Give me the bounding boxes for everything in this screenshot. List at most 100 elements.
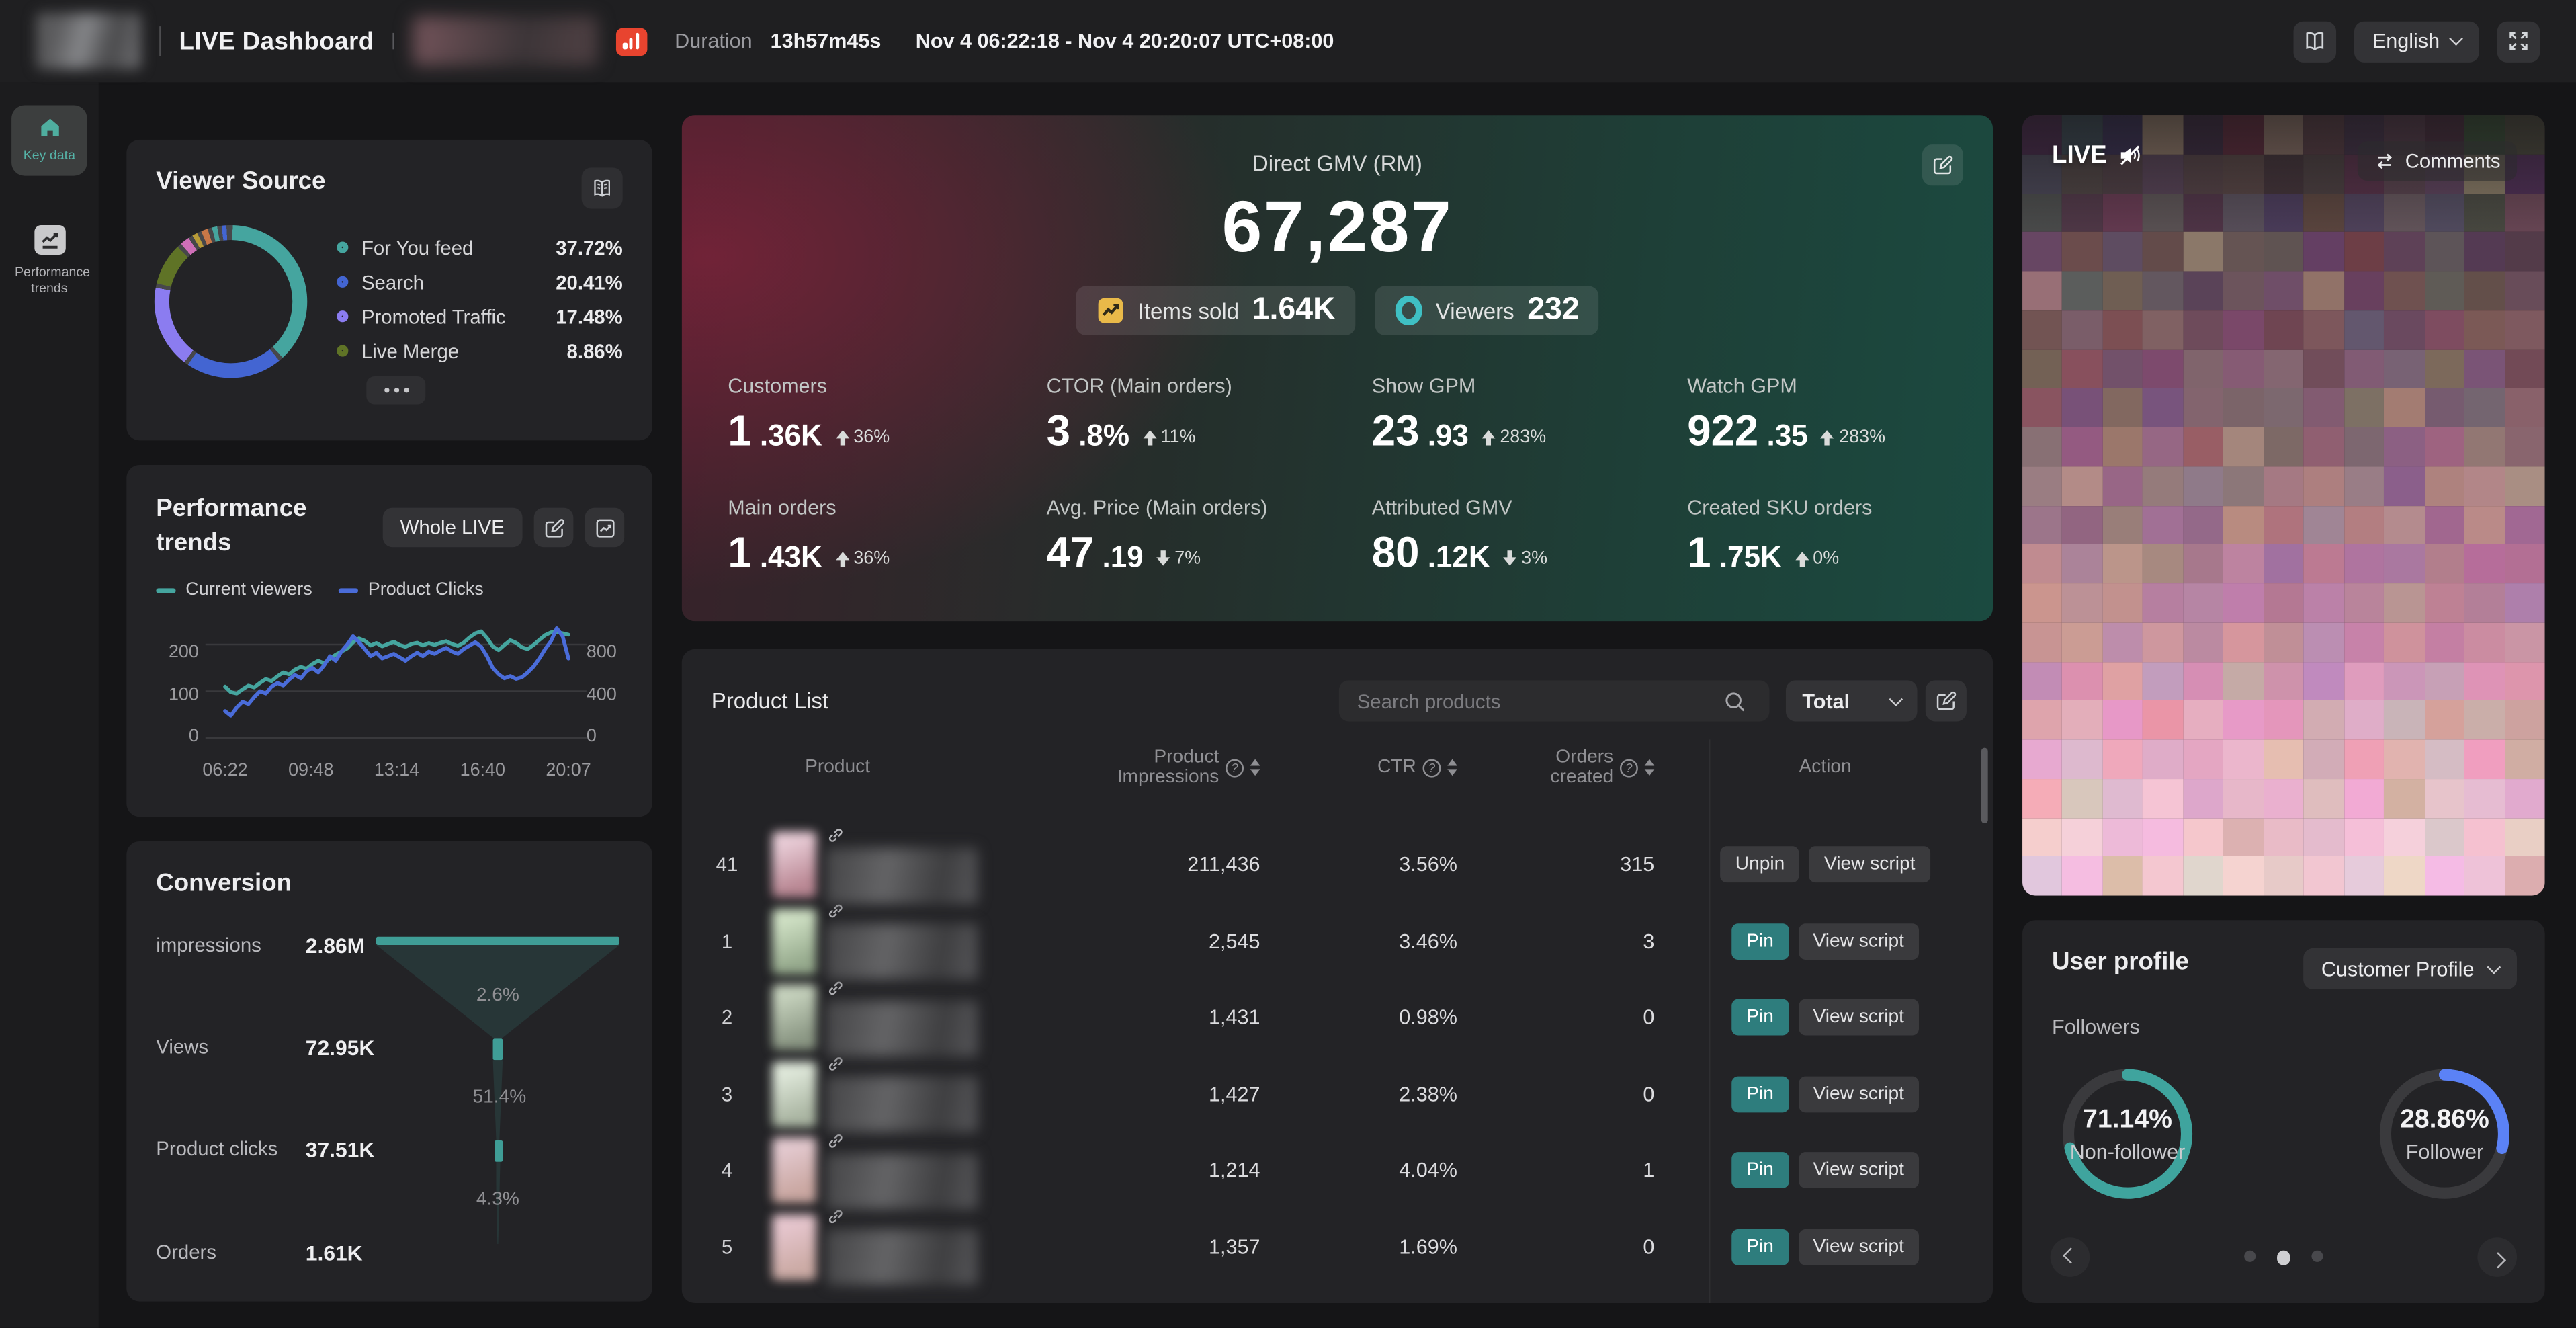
view-script-button[interactable]: View script xyxy=(1799,1229,1919,1265)
conversion-rate: 51.4% xyxy=(472,1088,526,1108)
column-header-impressions[interactable]: Product Impressions xyxy=(1092,748,1260,788)
more-button[interactable] xyxy=(366,376,425,405)
legend-item[interactable]: Search 20.41% xyxy=(337,265,622,299)
customer-profile-dropdown[interactable]: Customer Profile xyxy=(2303,948,2517,989)
edit-metrics-button[interactable] xyxy=(534,508,574,548)
stat-avg-price-main-orders: Avg. Price (Main orders) 47.19 7% xyxy=(1047,496,1372,575)
sidebar-item-label: Performance trends xyxy=(15,265,84,298)
info-icon[interactable] xyxy=(1423,758,1441,776)
arrow-up-icon xyxy=(1819,429,1836,445)
pin-button[interactable]: Pin xyxy=(1731,1153,1789,1189)
profile-carousel xyxy=(2022,1237,2545,1277)
product-cell xyxy=(772,903,1092,980)
view-script-button[interactable]: View script xyxy=(1799,1153,1919,1189)
viewer-source-detail-button[interactable] xyxy=(582,167,623,208)
viewer-source-card: Viewer Source For You feed 37.72% Search… xyxy=(126,140,652,440)
view-script-button[interactable]: View script xyxy=(1799,1076,1919,1112)
carousel-next-button[interactable] xyxy=(2477,1237,2517,1277)
language-value: English xyxy=(2372,30,2440,52)
swap-arrows-icon xyxy=(2374,151,2395,171)
view-script-button[interactable]: View script xyxy=(1799,999,1919,1036)
y-axis-right-tick: 800 xyxy=(587,642,630,662)
legend-ring-bullet xyxy=(337,310,348,322)
edit-icon xyxy=(1935,690,1957,712)
legend-current-viewers[interactable]: Current viewers xyxy=(156,580,312,599)
product-thumbnail-blurred xyxy=(772,832,816,898)
pin-button[interactable]: Pin xyxy=(1731,1076,1789,1112)
legend-product-clicks[interactable]: Product Clicks xyxy=(339,580,484,599)
funnel-stage-views: Views 72.95K xyxy=(156,1035,374,1060)
sidebar-item-key-data[interactable]: Key data xyxy=(11,105,87,175)
unpin-button[interactable]: Unpin xyxy=(1721,847,1800,883)
impressions-cell: 211,436 xyxy=(1092,854,1260,876)
account-name-blurred xyxy=(412,16,597,65)
product-name-blurred xyxy=(826,1077,978,1132)
orders-created-cell: 0 xyxy=(1457,1235,1654,1258)
ctr-cell: 1.69% xyxy=(1260,1235,1457,1258)
link-icon[interactable] xyxy=(826,903,845,921)
language-selector[interactable]: English xyxy=(2354,21,2479,62)
view-script-button[interactable]: View script xyxy=(1799,923,1919,960)
sort-icon xyxy=(1250,754,1260,780)
guide-button[interactable] xyxy=(2293,21,2336,62)
info-icon[interactable] xyxy=(1620,758,1638,776)
pin-button[interactable]: Pin xyxy=(1731,1229,1789,1265)
pin-button[interactable]: Pin xyxy=(1731,923,1789,960)
column-header-orders-created[interactable]: Orders created xyxy=(1457,748,1654,788)
carousel-dot[interactable] xyxy=(2311,1251,2323,1262)
stat-show-gpm: Show GPM 23.93 283% xyxy=(1372,375,1687,454)
rank-cell: 41 xyxy=(682,854,772,876)
table-row: 4 1,214 4.04% 1 Pin View script xyxy=(682,1132,1960,1209)
fullscreen-button[interactable] xyxy=(2497,21,2540,62)
viewers-badge: Viewers 232 xyxy=(1375,286,1599,335)
view-script-button[interactable]: View script xyxy=(1809,847,1930,883)
x-axis-tick: 09:48 xyxy=(288,761,333,780)
live-status-icon xyxy=(615,27,646,55)
legend-item[interactable]: For You feed 37.72% xyxy=(337,230,622,264)
funnel-stage-impressions: impressions 2.86M xyxy=(156,933,365,958)
stat-value: 80 xyxy=(1372,531,1420,574)
product-cell xyxy=(772,979,1092,1056)
legend-item[interactable]: Promoted Traffic 17.48% xyxy=(337,299,622,333)
sidebar-item-performance-trends[interactable]: Performance trends xyxy=(11,215,87,308)
ctr-cell: 2.38% xyxy=(1260,1083,1457,1106)
stat-value: 23 xyxy=(1372,409,1420,452)
carousel-dot-active[interactable] xyxy=(2277,1251,2290,1265)
stat-created-sku-orders: Created SKU orders 1.75K 0% xyxy=(1687,496,1960,575)
table-scrollbar[interactable] xyxy=(1981,748,1988,823)
live-badge: LIVE xyxy=(2052,141,2143,169)
column-header-ctr[interactable]: CTR xyxy=(1260,748,1457,788)
y-axis-left-tick: 100 xyxy=(156,686,199,705)
muted-speaker-icon[interactable] xyxy=(2118,143,2143,168)
total-filter-dropdown[interactable]: Total xyxy=(1786,680,1918,721)
sort-icon xyxy=(1645,754,1655,780)
pin-button[interactable]: Pin xyxy=(1731,999,1789,1036)
search-input[interactable] xyxy=(1339,680,1770,721)
expand-chart-button[interactable] xyxy=(585,508,624,548)
info-icon[interactable] xyxy=(1226,758,1244,776)
link-icon[interactable] xyxy=(826,979,845,997)
home-icon xyxy=(36,115,64,141)
chevron-down-icon xyxy=(2487,960,2501,974)
product-thumbnail-blurred xyxy=(772,909,816,974)
items-sold-badge: Items sold 1.64K xyxy=(1076,286,1355,335)
carousel-dot[interactable] xyxy=(2244,1251,2256,1262)
product-list-card: Product List Total Product Product Impre… xyxy=(682,649,1993,1303)
comments-toggle-button[interactable]: Comments xyxy=(2358,141,2517,181)
book-icon xyxy=(591,177,613,199)
legend-ring-bullet xyxy=(337,241,348,253)
link-icon[interactable] xyxy=(826,1055,845,1073)
edit-columns-button[interactable] xyxy=(1926,680,1967,721)
link-icon[interactable] xyxy=(826,1208,845,1227)
product-list-title: Product List xyxy=(712,689,828,714)
scope-button[interactable]: Whole LIVE xyxy=(382,508,523,548)
followers-subtitle: Followers xyxy=(2052,1015,2140,1038)
follower-label: Follower xyxy=(2406,1140,2484,1163)
stat-value: 47 xyxy=(1047,531,1094,574)
gmv-stats-grid: Customers 1.36K 36%CTOR (Main orders) 3.… xyxy=(728,375,1960,575)
link-icon[interactable] xyxy=(826,1132,845,1150)
live-video-blurred xyxy=(2022,115,2545,895)
legend-item[interactable]: Live Merge 8.86% xyxy=(337,333,622,368)
link-icon[interactable] xyxy=(826,826,845,844)
trend-chart-icon xyxy=(34,225,65,255)
